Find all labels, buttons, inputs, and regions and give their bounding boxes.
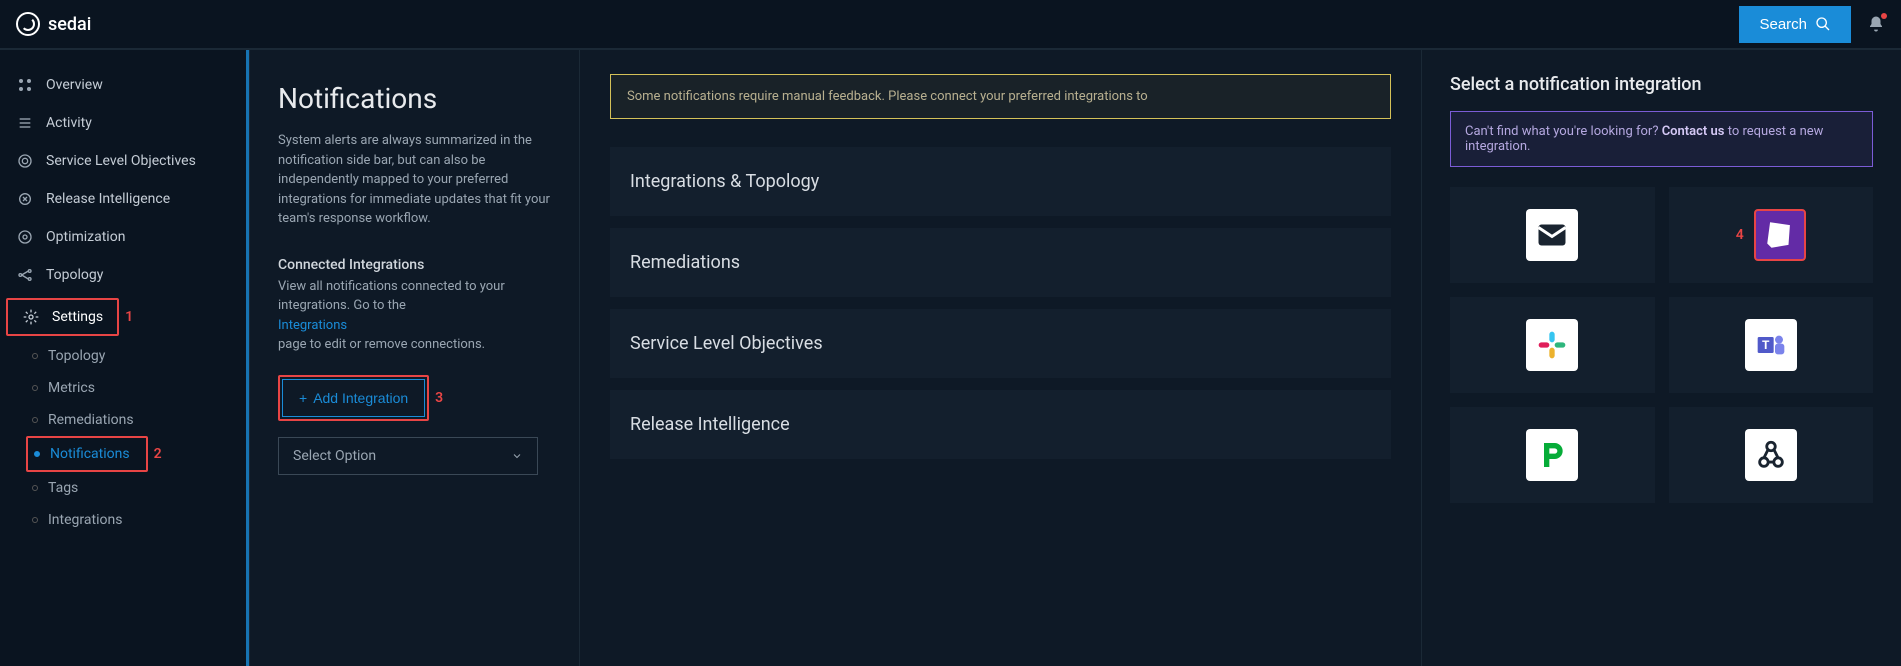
nav-activity[interactable]: Activity [0,104,249,142]
warning-banner: Some notifications require manual feedba… [610,74,1391,119]
step-4-label: 4 [1736,227,1744,243]
panel-title: Notifications [278,82,551,115]
chevron-down-icon [511,450,523,462]
search-button[interactable]: Search [1739,6,1851,43]
nav-overview[interactable]: Overview [0,66,249,104]
integration-select[interactable]: Select Option [278,437,538,475]
tile-teams[interactable]: T [1669,297,1874,393]
search-label: Search [1759,16,1807,33]
section-slo[interactable]: Service Level Objectives [610,309,1391,378]
picker-title: Select a notification integration [1450,74,1873,95]
step-2-label: 2 [154,446,162,462]
topology-icon [16,266,34,284]
search-icon [1815,16,1831,32]
tile-email[interactable] [1450,187,1655,283]
connected-heading: Connected Integrations [278,257,551,273]
release-icon [16,190,34,208]
optimization-icon [16,228,34,246]
panel-description: System alerts are always summarized in t… [278,131,551,229]
email-icon [1526,209,1578,261]
section-release-intelligence[interactable]: Release Intelligence [610,390,1391,459]
subnav-notifications[interactable]: Notifications [26,436,148,472]
teams-icon: T [1745,319,1797,371]
section-remediations[interactable]: Remediations [610,228,1391,297]
tile-datadog[interactable]: 4 [1669,187,1874,283]
tile-slack[interactable] [1450,297,1655,393]
subnav-topology[interactable]: Topology [0,340,249,372]
add-integration-button[interactable]: + Add Integration [282,379,425,417]
contact-us-link[interactable]: Contact us [1662,124,1725,139]
subnav-tags[interactable]: Tags [0,472,249,504]
brand-name: sedai [48,14,91,35]
sidebar: Overview Activity Service Level Objectiv… [0,50,250,666]
step-1-label: 1 [125,309,133,325]
overview-icon [16,76,34,94]
datadog-icon [1754,209,1806,261]
plus-icon: + [299,390,307,406]
connected-description: View all notifications connected to your… [278,277,551,355]
nav-slo[interactable]: Service Level Objectives [0,142,249,180]
subnav-metrics[interactable]: Metrics [0,372,249,404]
gear-icon [22,308,40,326]
activity-icon [16,114,34,132]
slack-icon [1526,319,1578,371]
tile-webhook[interactable] [1669,407,1874,503]
topbar: sedai Search [0,0,1901,50]
integrations-link[interactable]: Integrations [278,318,347,333]
subnav-remediations[interactable]: Remediations [0,404,249,436]
notifications-bell-icon[interactable] [1867,15,1885,33]
webhook-icon [1745,429,1797,481]
logo-mark-icon [16,12,40,36]
tile-pagerduty[interactable] [1450,407,1655,503]
add-integration-label: Add Integration [313,390,408,406]
logo[interactable]: sedai [16,12,91,36]
contact-banner: Can't find what you're looking for? Cont… [1450,111,1873,167]
nav-optimization[interactable]: Optimization [0,218,249,256]
integration-picker-panel: Select a notification integration Can't … [1421,50,1901,666]
svg-text:T: T [1762,338,1770,352]
select-placeholder: Select Option [293,448,376,464]
section-integrations-topology[interactable]: Integrations & Topology [610,147,1391,216]
pagerduty-icon [1526,429,1578,481]
target-icon [16,152,34,170]
step-3-label: 3 [435,390,443,406]
nav-topology[interactable]: Topology [0,256,249,294]
notifications-panel: Notifications System alerts are always s… [250,50,580,666]
main-content: Some notifications require manual feedba… [580,50,1421,666]
nav-settings[interactable]: Settings [6,298,119,336]
nav-release[interactable]: Release Intelligence [0,180,249,218]
subnav-integrations[interactable]: Integrations [0,504,249,536]
